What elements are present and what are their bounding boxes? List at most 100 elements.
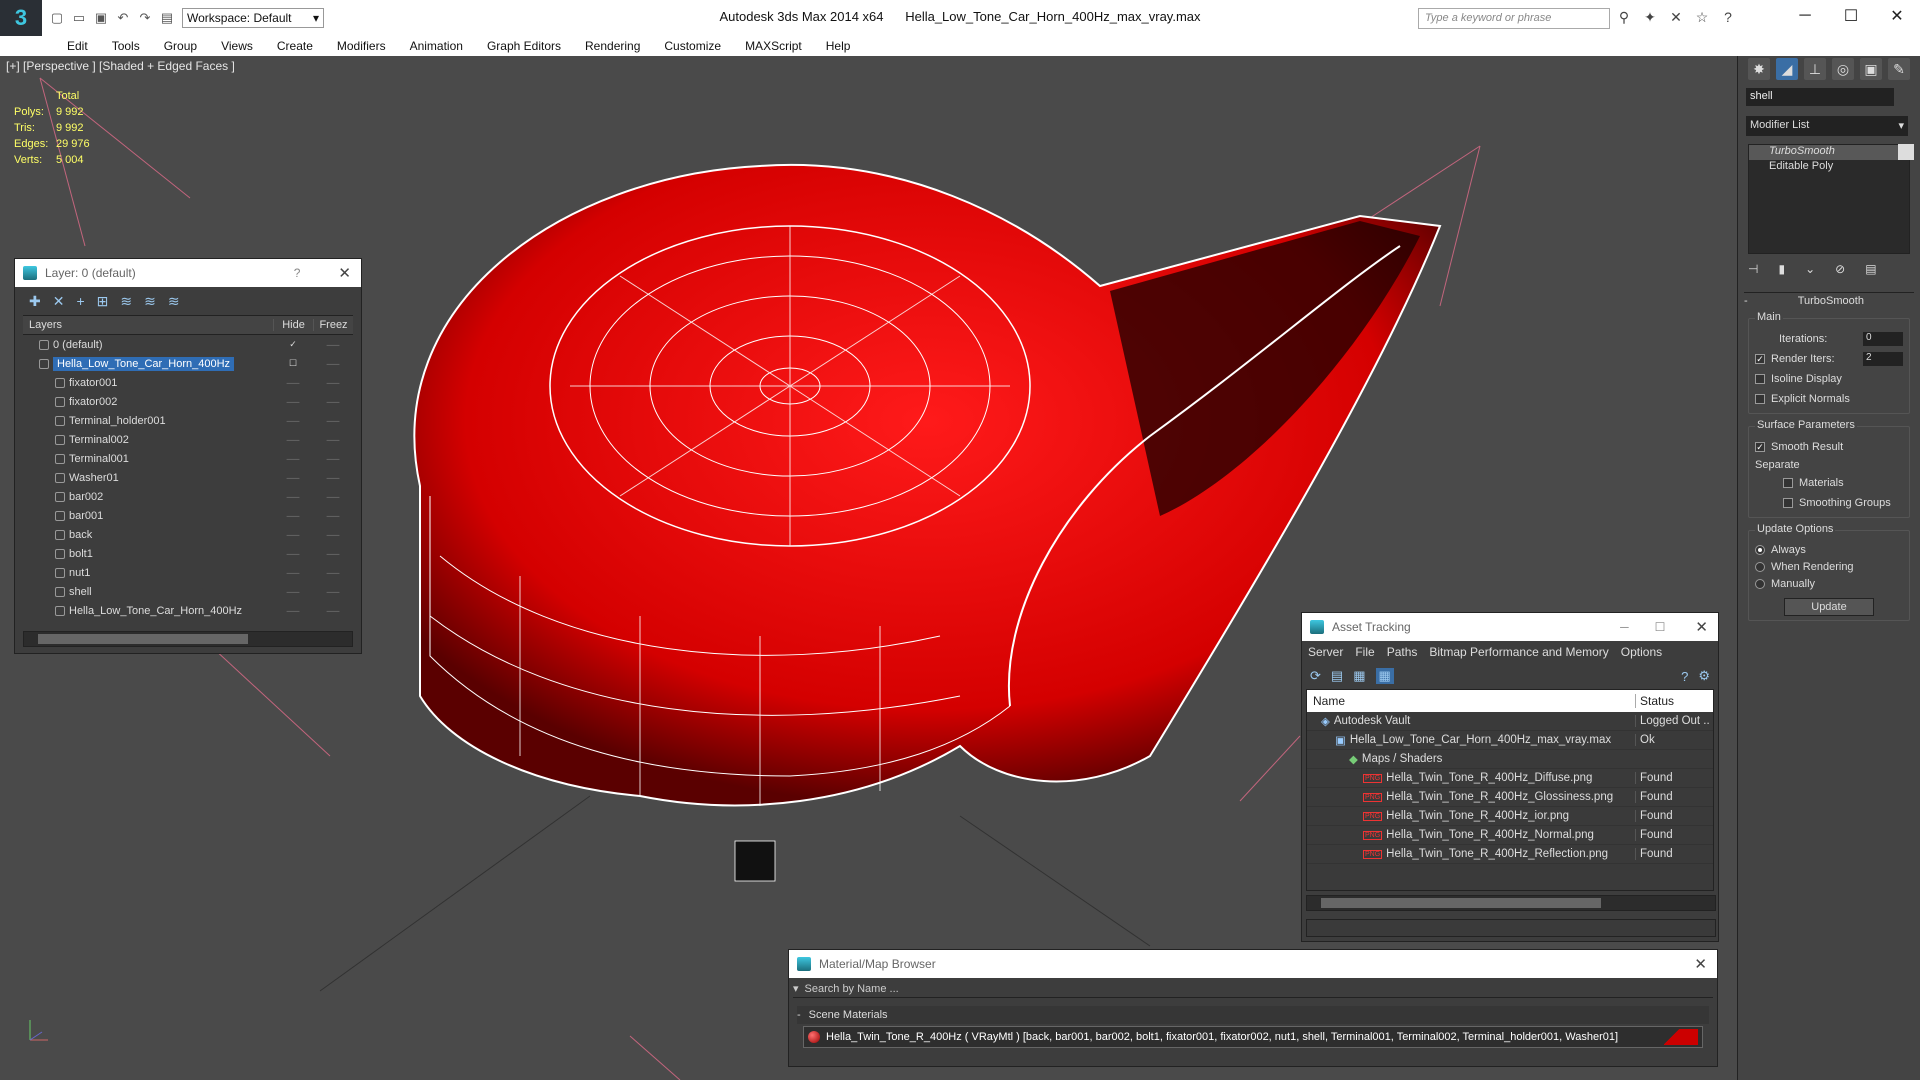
hierarchy-tab-icon[interactable]: ⊥ <box>1804 58 1826 80</box>
material-item[interactable]: Hella_Twin_Tone_R_400Hz ( VRayMtl ) [bac… <box>803 1026 1703 1048</box>
material-search-input[interactable]: Search by Name ... <box>805 983 899 995</box>
asset-menu-paths[interactable]: Paths <box>1387 645 1418 659</box>
menu-group[interactable]: Group <box>152 39 209 53</box>
configure-modifiers-icon[interactable]: ▤ <box>1865 262 1876 278</box>
project-folder-icon[interactable]: ▤ <box>158 9 176 27</box>
layer-row[interactable]: bolt1 ── ── <box>23 544 353 563</box>
freeze-toggle[interactable]: ── <box>313 587 353 597</box>
hide-toggle[interactable]: ── <box>273 568 313 578</box>
layer-row[interactable]: bar002 ── ── <box>23 487 353 506</box>
help-icon[interactable]: ? <box>1719 8 1737 26</box>
freeze-toggle[interactable]: ── <box>313 473 353 483</box>
hide-toggle[interactable]: ── <box>273 435 313 445</box>
hide-toggle[interactable]: ── <box>273 454 313 464</box>
menu-rendering[interactable]: Rendering <box>573 39 652 53</box>
scroll-thumb[interactable] <box>1321 898 1601 908</box>
display-tab-icon[interactable]: ▣ <box>1860 58 1882 80</box>
asset-menu-options[interactable]: Options <box>1621 645 1662 659</box>
object-color-swatch[interactable] <box>1898 144 1914 160</box>
freeze-toggle[interactable]: ── <box>313 340 353 350</box>
object-name-field[interactable]: shell <box>1746 88 1894 106</box>
asset-panel-titlebar[interactable]: Asset Tracking ─ ☐ ✕ <box>1302 613 1718 641</box>
freeze-toggle[interactable]: ── <box>313 606 353 616</box>
col-hide[interactable]: Hide <box>273 319 313 331</box>
hide-toggle[interactable]: ── <box>273 473 313 483</box>
render-iters-spinner[interactable]: 2 <box>1863 352 1903 366</box>
render-iters-checkbox[interactable]: ✓ <box>1755 354 1765 364</box>
always-radio[interactable] <box>1755 544 1765 555</box>
make-unique-icon[interactable]: ⌄ <box>1805 262 1815 278</box>
iterations-spinner[interactable]: 0 <box>1863 332 1903 346</box>
refresh-icon[interactable]: ⟳ <box>1310 668 1321 684</box>
favorites-icon[interactable]: ☆ <box>1693 8 1711 26</box>
layer-row[interactable]: Hella_Low_Tone_Car_Horn_400Hz ☐ ── <box>23 354 353 373</box>
viewport-label[interactable]: [+] [Perspective ] [Shaded + Edged Faces… <box>6 59 235 73</box>
update-button[interactable]: Update <box>1784 598 1874 616</box>
asset-row[interactable]: ◆ Maps / Shaders <box>1307 750 1713 769</box>
asset-row[interactable]: PNG Hella_Twin_Tone_R_400Hz_Normal.png Fou… <box>1307 826 1713 845</box>
layer-row[interactable]: fixator002 ── ── <box>23 392 353 411</box>
modify-tab-icon[interactable]: ◢ <box>1776 58 1798 80</box>
redo-icon[interactable]: ↷ <box>136 9 154 27</box>
menu-edit[interactable]: Edit <box>55 39 100 53</box>
maximize-icon[interactable]: ☐ <box>1655 620 1666 634</box>
col-name[interactable]: Name <box>1307 694 1635 708</box>
subscription-icon[interactable]: ✦ <box>1641 8 1659 26</box>
freeze-all-icon[interactable]: ≋ <box>168 293 180 310</box>
stack-item-turbosmooth[interactable]: TurboSmooth <box>1749 145 1909 160</box>
hide-toggle[interactable]: ── <box>273 416 313 426</box>
menu-views[interactable]: Views <box>209 39 265 53</box>
maximize-button[interactable]: ☐ <box>1828 0 1874 32</box>
asset-row[interactable]: PNG Hella_Twin_Tone_R_400Hz_Diffuse.png Fo… <box>1307 769 1713 788</box>
create-layer-icon[interactable]: ✚ <box>29 293 41 310</box>
layer-row[interactable]: back ── ── <box>23 525 353 544</box>
col-layers[interactable]: Layers <box>23 319 273 331</box>
settings-icon[interactable]: ⚙ <box>1698 668 1710 684</box>
layer-panel-close-icon[interactable]: ✕ <box>338 264 351 282</box>
freeze-toggle[interactable]: ── <box>313 530 353 540</box>
modifier-list-dropdown[interactable]: Modifier List ▾ <box>1746 116 1908 136</box>
hide-toggle[interactable]: ☐ <box>273 358 313 369</box>
undo-icon[interactable]: ↶ <box>114 9 132 27</box>
smooth-result-checkbox[interactable]: ✓ <box>1755 442 1765 452</box>
scroll-thumb[interactable] <box>38 634 248 644</box>
table-view-icon[interactable]: ▦ <box>1353 668 1365 684</box>
layer-row[interactable]: Terminal001 ── ── <box>23 449 353 468</box>
material-panel-close-icon[interactable]: ✕ <box>1694 955 1707 973</box>
col-freeze[interactable]: Freez <box>313 319 353 331</box>
close-button[interactable]: ✕ <box>1874 0 1920 32</box>
freeze-toggle[interactable]: ── <box>313 568 353 578</box>
hide-toggle[interactable]: ── <box>273 549 313 559</box>
hide-toggle[interactable]: ✓ <box>273 339 313 350</box>
menu-customize[interactable]: Customize <box>652 39 733 53</box>
hide-toggle[interactable]: ── <box>273 530 313 540</box>
motion-tab-icon[interactable]: ◎ <box>1832 58 1854 80</box>
open-file-icon[interactable]: ▭ <box>70 9 88 27</box>
list-view-icon[interactable]: ▤ <box>1331 668 1343 684</box>
asset-menu-file[interactable]: File <box>1355 645 1374 659</box>
help-icon[interactable]: ? <box>1681 669 1688 684</box>
menu-create[interactable]: Create <box>265 39 325 53</box>
materials-checkbox[interactable] <box>1783 478 1793 488</box>
asset-path-field[interactable] <box>1306 919 1716 937</box>
freeze-toggle[interactable]: ── <box>313 378 353 388</box>
menu-graph-editors[interactable]: Graph Editors <box>475 39 573 53</box>
remove-modifier-icon[interactable]: ⊘ <box>1835 262 1845 278</box>
asset-hscrollbar[interactable] <box>1306 895 1716 911</box>
asset-row[interactable]: ◈ Autodesk Vault Logged Out .. <box>1307 712 1713 731</box>
hide-toggle[interactable]: ── <box>273 511 313 521</box>
highlight-layer-icon[interactable]: ≋ <box>120 293 132 310</box>
delete-layer-icon[interactable]: ✕ <box>53 293 65 310</box>
freeze-toggle[interactable]: ── <box>313 359 353 369</box>
chevron-down-icon[interactable]: ▾ <box>793 982 799 995</box>
asset-row[interactable]: ▣ Hella_Low_Tone_Car_Horn_400Hz_max_vray.… <box>1307 731 1713 750</box>
menu-tools[interactable]: Tools <box>100 39 152 53</box>
hide-toggle[interactable]: ── <box>273 492 313 502</box>
asset-row[interactable]: PNG Hella_Twin_Tone_R_400Hz_Glossiness.pn… <box>1307 788 1713 807</box>
layer-row[interactable]: Hella_Low_Tone_Car_Horn_400Hz ── ── <box>23 601 353 620</box>
layer-row[interactable]: shell ── ── <box>23 582 353 601</box>
select-in-layer-icon[interactable]: ⊞ <box>97 293 109 310</box>
layer-row[interactable]: 0 (default) ✓ ── <box>23 335 353 354</box>
layer-row[interactable]: nut1 ── ── <box>23 563 353 582</box>
save-icon[interactable]: ▣ <box>92 9 110 27</box>
